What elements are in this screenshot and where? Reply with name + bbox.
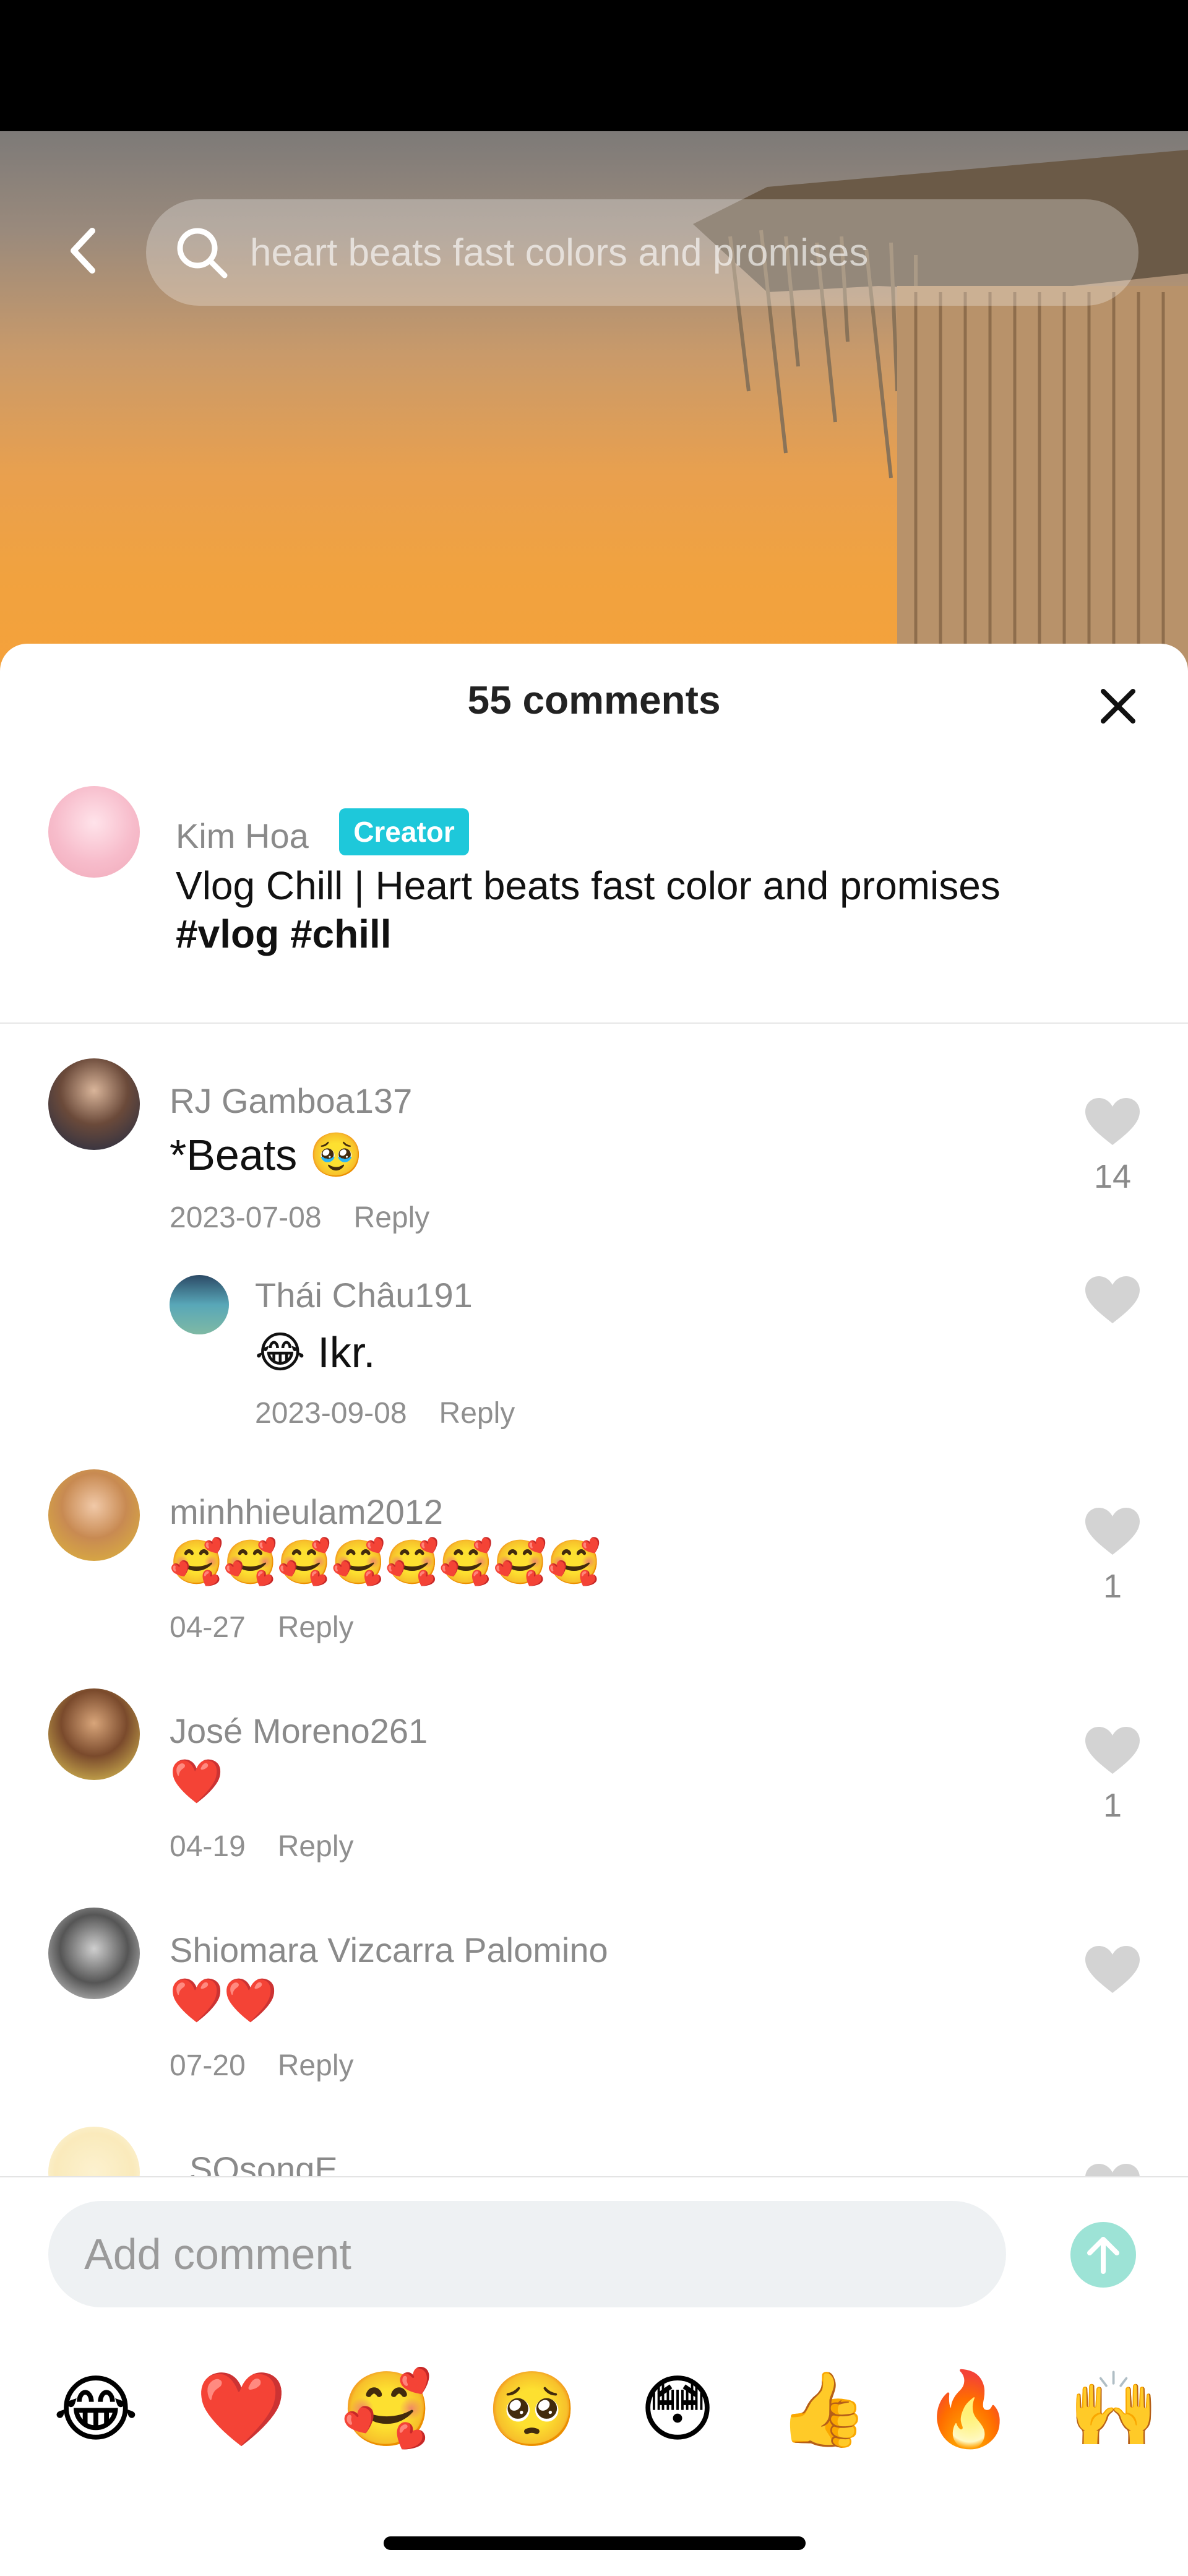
search-bar[interactable]: heart beats fast colors and promises — [146, 199, 1138, 306]
avatar[interactable] — [48, 1058, 140, 1150]
back-button[interactable] — [56, 223, 111, 279]
creator-avatar[interactable] — [48, 786, 140, 878]
comment-date: 2023-09-08 — [255, 1397, 407, 1430]
close-button[interactable] — [1090, 678, 1146, 734]
emoji-button[interactable]: 😂 — [50, 2363, 142, 2456]
comment-meta: 04-27 Reply — [170, 1610, 353, 1645]
like-button[interactable] — [1084, 1505, 1141, 1557]
search-query-text[interactable]: heart beats fast colors and promises — [250, 231, 868, 275]
heart-icon — [1085, 1946, 1140, 1993]
caption-hashtags[interactable]: #vlog #chill — [176, 912, 392, 956]
search-icon — [171, 222, 233, 283]
comment-username[interactable]: Shiomara Vizcarra Palomino — [170, 1930, 608, 1970]
avatar[interactable] — [48, 1469, 140, 1561]
comment-input-area: Add comment 😂 ❤️ 🥰 🥺 😳 👍 🔥 🙌 — [0, 2176, 1188, 2576]
comment-count-title: 55 comments — [467, 678, 721, 722]
emoji-button[interactable]: 👍 — [777, 2363, 869, 2456]
comment-text: ❤️ — [170, 1757, 224, 1805]
comment-username[interactable]: RJ Gamboa137 — [170, 1081, 412, 1121]
video-caption: Kim Hoa Creator Vlog Chill | Heart beats… — [0, 786, 1188, 1024]
comment-meta: 04-19 Reply — [170, 1830, 353, 1864]
reply-button[interactable]: Reply — [439, 1397, 515, 1430]
like-count: 1 — [1103, 1568, 1122, 1605]
avatar[interactable] — [170, 1275, 229, 1334]
comment-text: *Beats 🥹 — [170, 1131, 363, 1179]
heart-icon — [1085, 1276, 1140, 1323]
like-button[interactable] — [1084, 1096, 1141, 1148]
comment-username[interactable]: José Moreno261 — [170, 1711, 428, 1751]
emoji-button[interactable]: 🥰 — [340, 2363, 433, 2456]
heart-icon — [1085, 1098, 1140, 1145]
like-count: 1 — [1103, 1787, 1122, 1824]
like-button[interactable] — [1084, 1724, 1141, 1776]
comment-date: 04-27 — [170, 1611, 246, 1644]
emoji-button[interactable]: ❤️ — [195, 2363, 288, 2456]
comment-date: 07-20 — [170, 2049, 246, 2082]
add-comment-input[interactable]: Add comment — [48, 2201, 1006, 2307]
close-icon — [1101, 689, 1135, 724]
comment-username[interactable]: Thái Châu191 — [255, 1275, 473, 1315]
reply-button[interactable]: Reply — [278, 1611, 354, 1644]
like-count: 14 — [1093, 1158, 1132, 1195]
caption-plain-text: Vlog Chill | Heart beats fast color and … — [176, 863, 1001, 908]
reply-button[interactable]: Reply — [278, 1830, 354, 1863]
send-arrow-icon — [1087, 2237, 1119, 2274]
creator-badge: Creator — [339, 808, 469, 855]
comment-item: José Moreno261 ❤️ 04-19 Reply 1 — [0, 1688, 1188, 1874]
avatar[interactable] — [48, 1908, 140, 1999]
status-bar — [0, 0, 1188, 131]
comments-header: 55 comments — [0, 644, 1188, 761]
add-comment-placeholder: Add comment — [84, 2230, 351, 2278]
home-indicator[interactable] — [384, 2536, 806, 2550]
heart-icon — [1085, 1508, 1140, 1555]
caption-text: Vlog Chill | Heart beats fast color and … — [176, 862, 1091, 958]
heart-icon — [1085, 1727, 1140, 1774]
avatar[interactable] — [48, 1688, 140, 1780]
comment-text: ❤️❤️ — [170, 1976, 278, 2025]
like-button[interactable] — [1084, 1274, 1141, 1326]
comment-item: RJ Gamboa137 *Beats 🥹 2023-07-08 Reply 14 — [0, 1058, 1188, 1244]
creator-name[interactable]: Kim Hoa — [176, 816, 309, 856]
reply-button[interactable]: Reply — [278, 2049, 354, 2082]
comment-meta: 2023-07-08 Reply — [170, 1201, 429, 1235]
emoji-button[interactable]: 🔥 — [922, 2363, 1015, 2456]
comment-item: minhhieulam2012 🥰🥰🥰🥰🥰🥰🥰🥰 04-27 Reply 1 — [0, 1469, 1188, 1655]
comment-username[interactable]: minhhieulam2012 — [170, 1492, 443, 1532]
reply-button[interactable]: Reply — [354, 1201, 430, 1234]
comment-text: 😂 Ikr. — [255, 1328, 376, 1377]
comment-text: 🥰🥰🥰🥰🥰🥰🥰🥰 — [170, 1538, 601, 1586]
comment-meta: 07-20 Reply — [170, 2049, 353, 2083]
back-arrow-icon — [71, 228, 95, 274]
emoji-button[interactable]: 🥺 — [486, 2363, 579, 2456]
like-button[interactable] — [1084, 1943, 1141, 1995]
emoji-button[interactable]: 😳 — [631, 2363, 724, 2456]
comment-date: 2023-07-08 — [170, 1201, 322, 1234]
emoji-button[interactable]: 🙌 — [1067, 2363, 1160, 2456]
comment-meta: 2023-09-08 Reply — [255, 1396, 515, 1430]
quick-emoji-bar: 😂 ❤️ 🥰 🥺 😳 👍 🔥 🙌 — [0, 2363, 1188, 2456]
comment-item: Shiomara Vizcarra Palomino ❤️❤️ 07-20 Rep… — [0, 1908, 1188, 2093]
comment-date: 04-19 — [170, 1830, 246, 1863]
send-button[interactable] — [1070, 2222, 1136, 2288]
reply-item: Thái Châu191 😂 Ikr. 2023-09-08 Reply — [0, 1250, 1188, 1436]
